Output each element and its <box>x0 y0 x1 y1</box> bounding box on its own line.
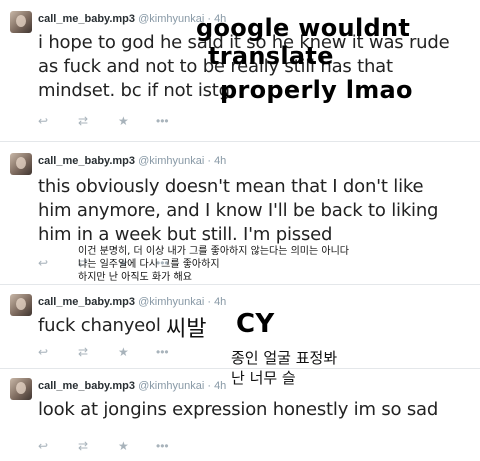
avatar[interactable] <box>10 11 32 33</box>
timestamp[interactable]: · 4h <box>207 155 226 167</box>
username[interactable]: call_me_baby.mp3 <box>38 380 135 392</box>
favorite-icon[interactable]: ★ <box>118 439 129 453</box>
username[interactable]: call_me_baby.mp3 <box>38 155 135 167</box>
reply-icon[interactable]: ↩ <box>38 439 48 453</box>
google-caption: google wouldnt translate properly lmao <box>196 14 413 104</box>
username[interactable]: call_me_baby.mp3 <box>38 296 135 308</box>
tweet-text-line: him in a week but still. I'm pissed <box>38 224 333 245</box>
favorite-icon[interactable]: ★ <box>118 345 129 359</box>
avatar[interactable] <box>10 378 32 400</box>
reply-icon[interactable]: ↩ <box>38 256 48 270</box>
expression-line: 종인 얼굴 표정봐 <box>231 349 338 367</box>
tweet-header: call_me_baby.mp3 @kimhyunkai · 4h <box>38 155 226 167</box>
handle[interactable]: @kimhyunkai <box>138 380 204 392</box>
more-icon[interactable]: ••• <box>156 114 169 128</box>
tweet-text-line: look at jongins expression honestly im s… <box>38 399 439 420</box>
cy-label: CY <box>236 309 275 339</box>
korean-translation: 이건 분명히, 더 이상 내가 그를 좋아하지 않는다는 의미는 아니다 나는 … <box>78 245 349 284</box>
tweet-text: this obviously doesn't mean that I don't… <box>38 175 478 247</box>
tweet-header: call_me_baby.mp3 @kimhyunkai · 4h <box>38 296 226 308</box>
handle[interactable]: @kimhyunkai <box>138 155 204 167</box>
korean-expression: 종인 얼굴 표정봐 난 너무 슬 <box>231 348 337 388</box>
tweet-text-line: him anymore, and I know I'll be back to … <box>38 200 439 221</box>
handle[interactable]: @kimhyunkai <box>138 296 204 308</box>
translation-line: 이건 분명히, 더 이상 내가 그를 좋아하지 않는다는 의미는 아니다 <box>78 246 349 257</box>
handle[interactable]: @kimhyunkai <box>138 13 204 25</box>
korean-swear: 씨발 <box>166 317 207 342</box>
translation-line: 하지만 난 아직도 화가 해요 <box>78 272 192 283</box>
timestamp[interactable]: · 4h <box>207 380 226 392</box>
caption-line: translate <box>208 42 334 70</box>
retweet-icon[interactable]: ⇄ <box>78 114 88 128</box>
caption-line: google wouldnt <box>196 14 411 42</box>
retweet-icon[interactable]: ⇄ <box>78 345 88 359</box>
reply-icon[interactable]: ↩ <box>38 114 48 128</box>
more-icon[interactable]: ••• <box>156 345 169 359</box>
timestamp[interactable]: · 4h <box>207 296 226 308</box>
avatar[interactable] <box>10 294 32 316</box>
more-icon[interactable]: ••• <box>156 439 169 453</box>
username[interactable]: call_me_baby.mp3 <box>38 13 135 25</box>
expression-line: 난 너무 슬 <box>231 369 296 387</box>
caption-line: properly lmao <box>220 76 413 104</box>
reply-icon[interactable]: ↩ <box>38 345 48 359</box>
translation-line: 나는 일주일에 다시 그를 좋아하지 <box>78 259 220 270</box>
tweet-text: look at jongins expression honestly im s… <box>38 398 478 422</box>
tweet-text-line: this obviously doesn't mean that I don't… <box>38 176 424 197</box>
avatar[interactable] <box>10 153 32 175</box>
favorite-icon[interactable]: ★ <box>118 114 129 128</box>
tweet-header: call_me_baby.mp3 @kimhyunkai · 4h <box>38 380 226 392</box>
retweet-icon[interactable]: ⇄ <box>78 439 88 453</box>
